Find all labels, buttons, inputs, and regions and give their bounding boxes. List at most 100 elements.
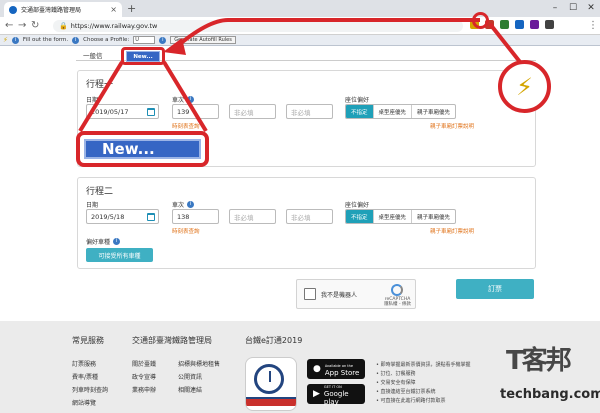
magnified-new-button: New...: [76, 131, 209, 167]
new-tab-button[interactable]: +: [127, 2, 136, 15]
footer-link[interactable]: 政令宣導: [132, 372, 156, 381]
trip1-train-input-3[interactable]: 非必填: [286, 104, 333, 119]
recaptcha-label: 我不是機器人: [321, 292, 358, 299]
footer-link[interactable]: 相關連結: [178, 385, 202, 394]
magnified-bolt-icon: ⚡: [498, 60, 551, 113]
calendar-icon[interactable]: [147, 108, 155, 116]
profile-select[interactable]: U: [133, 36, 156, 44]
recaptcha-brand: reCAPTCHA 隱私權 - 條款: [384, 297, 411, 307]
info-icon: i: [113, 238, 121, 245]
footer-link[interactable]: 關於臺鐵: [132, 359, 156, 368]
footer-heading-tra: 交通部臺灣鐵路管理局: [132, 336, 212, 345]
trip1-date-label: 日期: [86, 97, 99, 104]
site-favicon-icon: [9, 5, 17, 14]
choose-profile-label: Choose a Profile:: [83, 37, 130, 43]
trip2-train-input-2[interactable]: 非必填: [229, 209, 276, 224]
trip2-pref-label: 偏好車種 i: [86, 237, 121, 246]
url-text[interactable]: https://www.railway.gov.tw: [71, 22, 158, 30]
browser-tabstrip: 交通部臺灣鐵路管理局 × + – ☐ ✕: [0, 0, 600, 17]
footer-heading-services: 常見服務: [72, 336, 104, 345]
general-tab[interactable]: 一般信: [83, 50, 103, 60]
apple-icon: ●: [313, 364, 321, 374]
trip1-date-input[interactable]: 2019/05/17: [86, 104, 159, 119]
trip1-train-input-2[interactable]: 非必填: [229, 104, 276, 119]
trip1-timetable-link[interactable]: 時刻表查詢: [172, 122, 200, 130]
magnified-new-label: New...: [84, 139, 201, 159]
browser-tab[interactable]: 交通部臺灣鐵路管理局 ×: [4, 2, 122, 17]
trip2-section: 行程二 日期 2019/5/18 車次 i 138 非必填 非必填 時刻表查詢 座…: [77, 177, 536, 269]
footer-link[interactable]: 網站導覽: [72, 398, 96, 407]
trip1-title: 行程一: [86, 80, 114, 90]
fill-form-text[interactable]: Fill out the form.: [23, 37, 68, 43]
watermark-domain: techbang.com: [500, 387, 600, 402]
order-button[interactable]: 訂票: [456, 279, 534, 299]
seat-option-table[interactable]: 桌型座優先: [374, 210, 413, 223]
minimize-button[interactable]: –: [546, 0, 564, 15]
tab-close-icon[interactable]: ×: [110, 5, 117, 14]
watermark-logo: T客邦: [506, 346, 572, 376]
info-icon: i: [187, 201, 195, 208]
trip2-timetable-link[interactable]: 時刻表查詢: [172, 227, 200, 235]
trip2-title: 行程二: [86, 187, 114, 197]
trip1-seat-preference: 不指定 桌型座優先 親子車廂優先: [345, 104, 457, 119]
trip1-train-input[interactable]: 139: [172, 104, 219, 119]
browser-menu-icon[interactable]: ⋮: [588, 20, 598, 31]
app-store-badge[interactable]: ● Available on the App Store: [307, 359, 365, 379]
app-feature: • 直接連結至台鐵訂票系統: [376, 389, 436, 395]
techbang-watermark: T客邦 techbang.com: [500, 340, 600, 413]
extension-icon-3[interactable]: [500, 20, 509, 29]
footer-link[interactable]: 招標與標地租售: [178, 359, 220, 368]
back-icon[interactable]: ←: [5, 20, 13, 31]
info-icon: i: [72, 36, 80, 44]
autofill-toolbar: ⚡ i Fill out the form. i Choose a Profil…: [0, 35, 600, 46]
tab-title: 交通部臺灣鐵路管理局: [21, 7, 82, 14]
seat-option-any[interactable]: 不指定: [346, 105, 374, 118]
footer-link[interactable]: 列車時刻查詢: [72, 385, 108, 394]
maximize-button[interactable]: ☐: [564, 0, 582, 15]
trip2-date-label: 日期: [86, 202, 99, 209]
trip2-train-input[interactable]: 138: [172, 209, 219, 224]
trip1-seat-label: 座位偏好: [345, 97, 370, 104]
trip2-date-input[interactable]: 2019/5/18: [86, 209, 159, 224]
trip2-family-note-link[interactable]: 親子車廂訂票說明: [430, 227, 474, 235]
address-bar[interactable]: 🔒 https://www.railway.gov.tw: [53, 20, 463, 32]
tra-app-icon[interactable]: [245, 357, 297, 411]
train-type-button[interactable]: 可接受所有車種: [86, 248, 153, 262]
footer-link[interactable]: 公開資訊: [178, 372, 202, 381]
footer-heading-app: 台鐵e訂通2019: [245, 336, 303, 345]
app-feature: • 交易安全有保障: [376, 380, 416, 386]
seat-option-family[interactable]: 親子車廂優先: [412, 105, 455, 118]
train-icon: [246, 397, 296, 406]
generate-autofill-rules-button[interactable]: Generate Autofill Rules: [170, 36, 236, 44]
footer-link[interactable]: 費率/票種: [72, 372, 98, 381]
extension-icon-4[interactable]: [515, 20, 524, 29]
seat-option-family[interactable]: 親子車廂優先: [412, 210, 455, 223]
trip1-train-label: 車次 i: [172, 95, 195, 104]
trip1-family-note-link[interactable]: 親子車廂訂票說明: [430, 122, 474, 130]
browser-toolbar: ← → ↻ 🔒 https://www.railway.gov.tw ⋮: [0, 17, 600, 35]
close-window-button[interactable]: ✕: [582, 0, 600, 15]
seat-option-table[interactable]: 桌型座優先: [374, 105, 413, 118]
footer-link[interactable]: 業務申辦: [132, 385, 156, 394]
app-feature: • 訂位、訂餐服務: [376, 371, 416, 377]
lock-icon: 🔒: [59, 22, 68, 30]
app-feature: • 即時掌握最新票價資訊，誤點看手機掌握: [376, 362, 471, 368]
play-icon: ▶: [313, 389, 320, 399]
autofill-bolt-icon[interactable]: ⚡: [3, 36, 8, 44]
trip2-train-label: 車次 i: [172, 200, 195, 209]
recaptcha-widget: 我不是機器人 reCAPTCHA 隱私權 - 條款: [296, 279, 416, 309]
seat-option-any[interactable]: 不指定: [346, 210, 374, 223]
new-profile-button[interactable]: New...: [126, 51, 160, 62]
app-feature: • 可直接在此進行網路付款取票: [376, 398, 446, 404]
forward-icon[interactable]: →: [18, 20, 26, 31]
clock-icon: [254, 364, 284, 394]
extension-icon-5[interactable]: [530, 20, 539, 29]
reload-icon[interactable]: ↻: [31, 20, 39, 31]
footer-link[interactable]: 訂票服務: [72, 359, 96, 368]
trip2-train-input-3[interactable]: 非必填: [286, 209, 333, 224]
extension-icon-6[interactable]: [545, 20, 554, 29]
info-icon: i: [11, 36, 19, 44]
google-play-badge[interactable]: ▶ GET IT ON Google play: [307, 384, 365, 406]
calendar-icon[interactable]: [147, 213, 155, 221]
recaptcha-checkbox[interactable]: [304, 288, 316, 300]
